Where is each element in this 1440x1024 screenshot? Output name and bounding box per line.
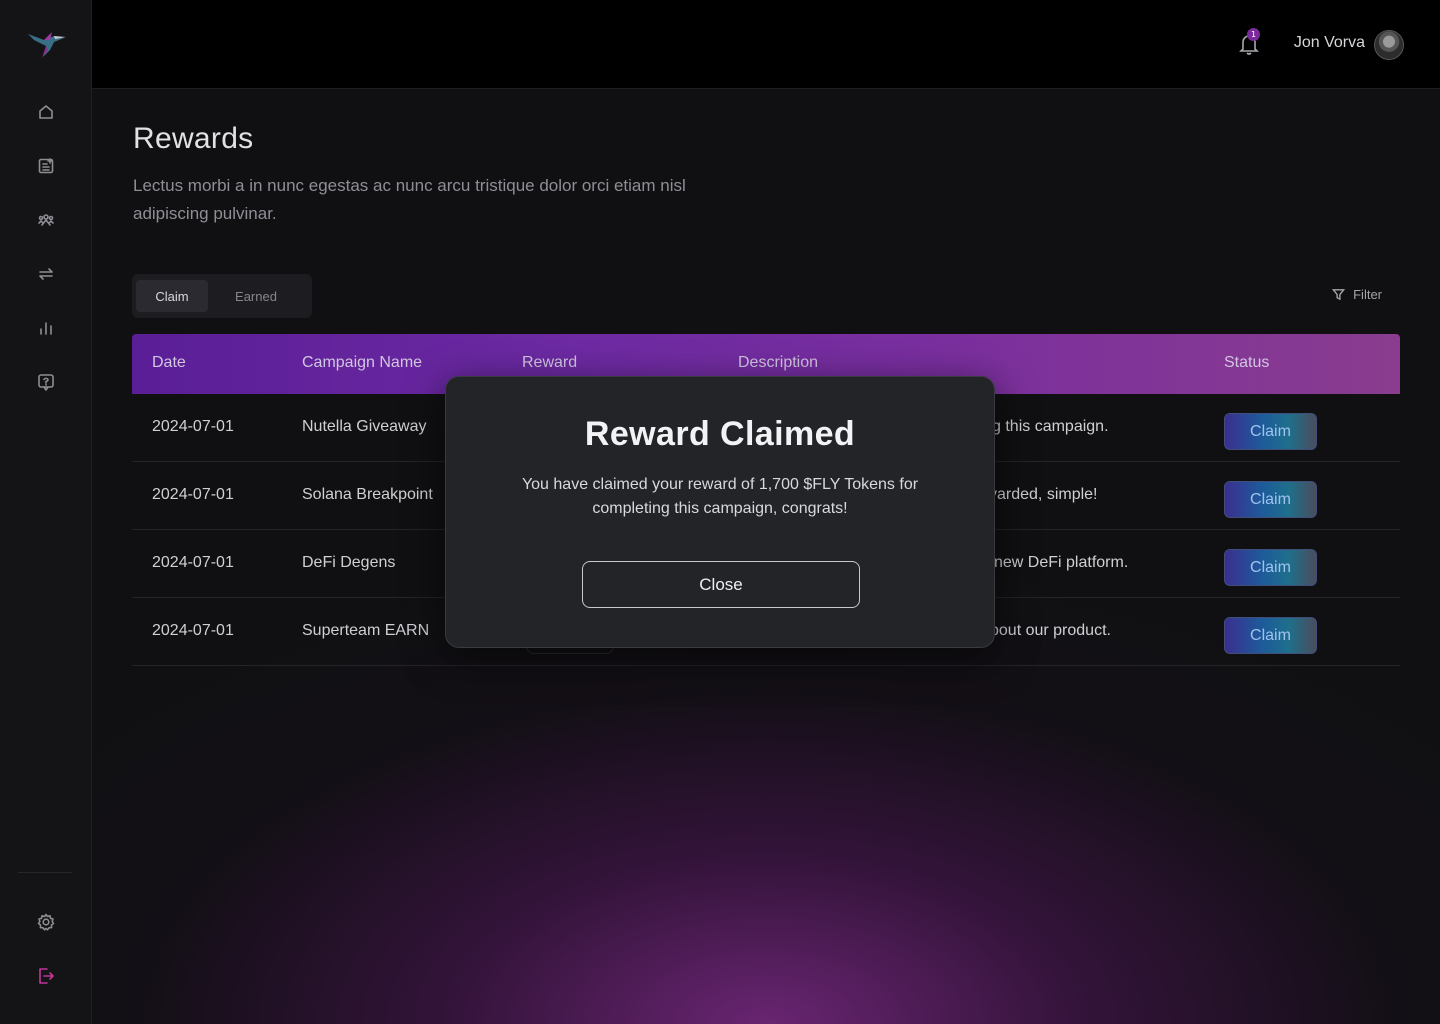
row-campaign: Solana Breakpoint: [302, 486, 433, 503]
tab-earned[interactable]: Earned: [208, 280, 304, 312]
tab-claim[interactable]: Claim: [136, 280, 208, 312]
column-header-status: Status: [1224, 354, 1270, 371]
row-date: 2024-07-01: [152, 418, 234, 435]
page-description: Lectus morbi a in nunc egestas ac nunc a…: [133, 176, 686, 223]
sidebar-divider: [18, 872, 72, 873]
help-icon[interactable]: [32, 368, 60, 396]
column-header-campaign: Campaign Name: [302, 354, 423, 371]
notification-badge: 1: [1247, 28, 1260, 41]
sidebar: [0, 0, 92, 1024]
claim-button[interactable]: Claim: [1224, 549, 1317, 586]
row-description: g this campaign.: [992, 418, 1109, 435]
topbar: 1 Jon Vorva: [92, 0, 1440, 89]
people-icon[interactable]: [32, 206, 60, 234]
bell-icon[interactable]: 1: [1238, 28, 1260, 56]
row-description: new DeFi platform.: [994, 554, 1129, 571]
claim-button[interactable]: Claim: [1224, 617, 1317, 654]
user-name[interactable]: Jon Vorva: [1294, 34, 1365, 52]
home-icon[interactable]: [32, 98, 60, 126]
filter-button[interactable]: Filter: [1332, 287, 1382, 302]
reward-claimed-modal: Reward Claimed You have claimed your rew…: [445, 376, 995, 648]
settings-icon[interactable]: [32, 908, 60, 936]
row-campaign: Nutella Giveaway: [302, 418, 427, 435]
row-date: 2024-07-01: [152, 554, 234, 571]
row-campaign: Superteam EARN: [302, 622, 430, 639]
chart-icon[interactable]: [32, 314, 60, 342]
column-header-date: Date: [152, 354, 186, 371]
claim-button[interactable]: Claim: [1224, 413, 1317, 450]
column-header-reward: Reward: [522, 354, 578, 371]
filter-icon: [1332, 289, 1346, 301]
column-header-description: Description: [738, 354, 819, 371]
row-date: 2024-07-01: [152, 486, 234, 503]
rewards-tabs: Claim Earned: [132, 274, 312, 318]
claim-button[interactable]: Claim: [1224, 481, 1317, 518]
close-button[interactable]: Close: [582, 561, 860, 608]
avatar[interactable]: [1374, 30, 1404, 60]
row-description: bout our product.: [990, 622, 1111, 639]
row-description: varded, simple!: [989, 486, 1098, 503]
transfer-icon[interactable]: [32, 260, 60, 288]
document-add-icon[interactable]: [32, 152, 60, 180]
filter-label: Filter: [1353, 287, 1382, 302]
row-campaign: DeFi Degens: [302, 554, 396, 571]
row-date: 2024-07-01: [152, 622, 234, 639]
hummingbird-logo-icon[interactable]: [24, 26, 68, 62]
page-title: Rewards: [133, 122, 254, 155]
logout-icon[interactable]: [32, 962, 60, 990]
modal-message: You have claimed your reward of 1,700 $F…: [521, 476, 919, 517]
modal-title: Reward Claimed: [584, 415, 856, 453]
